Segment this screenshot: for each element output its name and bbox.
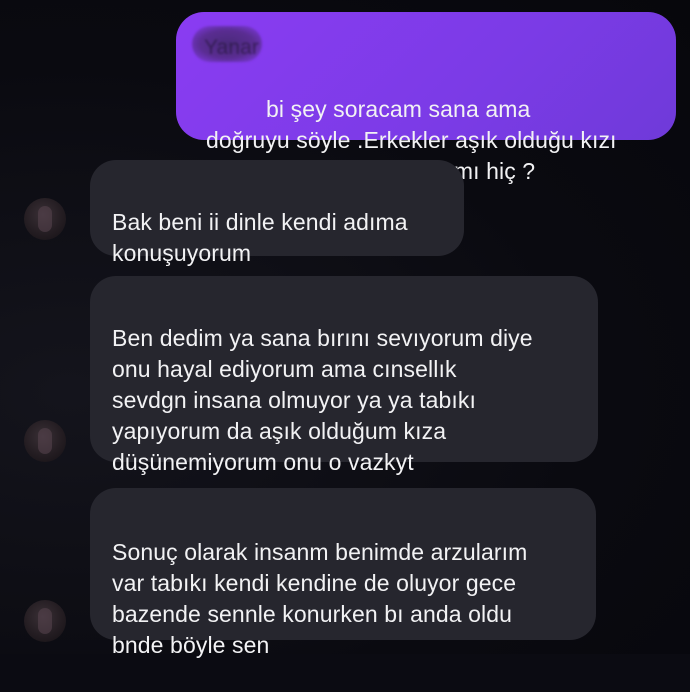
message-text: Ben dedim ya sana bırını sevıyorum diye … (112, 325, 533, 475)
sent-message-bubble[interactable]: Yanar bi şey soracam sana ama doğruyu sö… (176, 12, 676, 184)
redacted-name-scribble: Yanar (192, 26, 262, 62)
contact-avatar[interactable] (24, 600, 66, 642)
message-text: Sonuç olarak insanm benimde arzularım va… (112, 539, 528, 658)
message-text: Bak beni ii dinle kendi adıma konuşuyoru… (112, 209, 408, 266)
received-message-bubble[interactable]: Bak beni ii dinle kendi adıma konuşuyoru… (90, 160, 464, 266)
chat-thread[interactable]: Yanar bi şey soracam sana ama doğruyu sö… (0, 0, 690, 658)
contact-avatar[interactable] (24, 420, 66, 462)
received-message-bubble[interactable]: Sonuç olarak insanm benimde arzularım va… (90, 488, 596, 658)
contact-avatar[interactable] (24, 198, 66, 240)
received-message-bubble[interactable]: Ben dedim ya sana bırını sevıyorum diye … (90, 276, 598, 475)
